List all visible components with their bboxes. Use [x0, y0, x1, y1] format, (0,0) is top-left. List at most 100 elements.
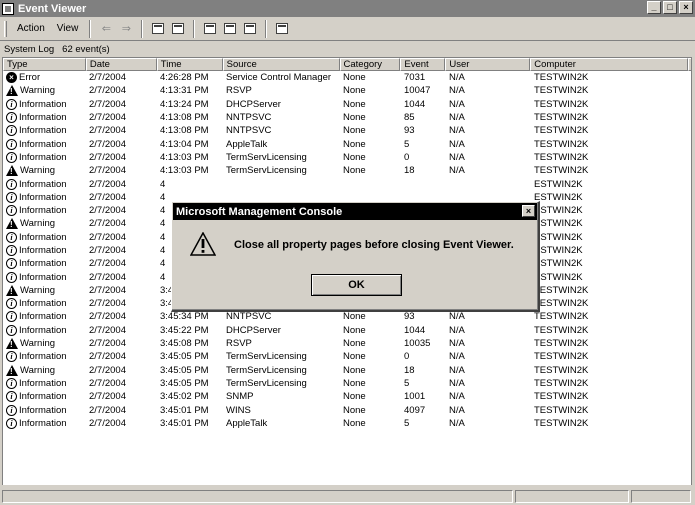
type-label: Information: [19, 271, 67, 283]
cell-time: 3:45:02 PM: [160, 391, 209, 403]
column-header-user[interactable]: User: [445, 58, 531, 71]
cell-event: 5: [404, 377, 410, 389]
table-row[interactable]: Warning 2/7/2004 4:13:03 PM TermServLicensi…: [3, 164, 693, 177]
cell-category: None: [343, 377, 366, 389]
cell-computer: ESTWIN2K: [534, 271, 583, 283]
forward-arrow-icon[interactable]: ⇒: [117, 20, 135, 38]
type-label: Error: [19, 72, 41, 84]
cell-category: None: [343, 151, 366, 163]
table-row[interactable]: i Information 2/7/2004 4:13:04 PM AppleTalk N…: [3, 137, 693, 150]
column-header-date[interactable]: Date: [85, 58, 157, 71]
maximize-button[interactable]: □: [663, 1, 677, 14]
dialog-close-button[interactable]: ×: [522, 205, 535, 217]
cell-type: i Information: [3, 377, 86, 389]
export-list-icon[interactable]: [241, 20, 259, 38]
cell-date: 2/7/2004: [89, 205, 126, 217]
cell-time: 4:13:24 PM: [160, 98, 209, 110]
information-icon: i: [6, 191, 17, 203]
cell-computer: TESTWIN2K: [534, 324, 589, 336]
cell-time: 4:13:03 PM: [160, 151, 209, 163]
type-label: Information: [19, 178, 67, 190]
column-header-type[interactable]: Type: [3, 58, 86, 71]
cell-date: 2/7/2004: [89, 258, 126, 270]
cell-event: 4097: [404, 404, 426, 416]
table-row[interactable]: i Information 2/7/2004 3:45:01 PM WINS None 40…: [3, 403, 693, 416]
dialog-title-bar: Microsoft Management Console ×: [173, 203, 537, 220]
table-row[interactable]: i Information 2/7/2004 3:45:22 PM DHCPServer…: [3, 324, 693, 337]
table-row[interactable]: i Information 2/7/2004 4:13:08 PM NNTPSVC Non…: [3, 124, 693, 137]
minimize-button[interactable]: _: [647, 1, 661, 14]
cell-date: 2/7/2004: [89, 178, 126, 190]
table-row[interactable]: i Information 2/7/2004 3:45:02 PM SNMP None 10…: [3, 390, 693, 403]
cell-time: 3:45:34 PM: [160, 311, 209, 323]
cell-type: i Information: [3, 125, 86, 137]
cell-time: 4:13:03 PM: [160, 165, 209, 177]
back-arrow-icon[interactable]: ⇐: [97, 20, 115, 38]
table-row[interactable]: iInformation2/7/20043:45:34 PMNNTPSVCNon…: [3, 310, 693, 323]
cell-category: None: [343, 391, 366, 403]
cell-computer: TESTWIN2K: [534, 138, 589, 150]
table-row[interactable]: Warning 2/7/2004 4:13:31 PM RSVP None 10047 N/…: [3, 84, 693, 97]
warning-icon: [190, 232, 216, 256]
ok-button[interactable]: OK: [311, 274, 402, 296]
cell-computer: ESTWIN2K: [534, 258, 583, 270]
table-row[interactable]: Warning 2/7/2004 3:45:05 PM TermServLicensi…: [3, 364, 693, 377]
information-icon: i: [6, 324, 17, 336]
cell-computer: ESTWIN2K: [534, 218, 583, 230]
cell-computer: TESTWIN2K: [534, 417, 589, 429]
cell-computer: TESTWIN2K: [534, 404, 589, 416]
table-row[interactable]: i Information 2/7/2004 4:13:24 PM DHCPServer…: [3, 98, 693, 111]
table-row[interactable]: i Information 2/7/2004 3:45:05 PM TermServLi…: [3, 350, 693, 363]
column-header-category[interactable]: Category: [339, 58, 401, 71]
show-hide-tree-icon[interactable]: [169, 20, 187, 38]
column-header-computer[interactable]: Computer: [530, 58, 688, 71]
column-header-time[interactable]: Time: [156, 58, 223, 71]
table-row[interactable]: i Information 2/7/2004 4 ESTWIN2K: [3, 177, 693, 190]
table-row[interactable]: i Information 2/7/2004 4:13:03 PM TermServLi…: [3, 151, 693, 164]
cell-time: 3:45:05 PM: [160, 377, 209, 389]
table-row[interactable]: i Information 2/7/2004 4:13:08 PM NNTPSVC Non…: [3, 111, 693, 124]
type-label: Information: [19, 125, 67, 137]
help-icon[interactable]: [273, 20, 291, 38]
cell-source: RSVP: [226, 85, 252, 97]
type-label: Information: [19, 151, 67, 163]
type-label: Information: [19, 404, 67, 416]
cell-type: Warning: [3, 364, 86, 376]
menu-view[interactable]: View: [51, 23, 85, 34]
type-label: Information: [19, 138, 67, 150]
properties-icon[interactable]: [201, 20, 219, 38]
cell-source: TermServLicensing: [226, 351, 307, 363]
cell-computer: TESTWIN2K: [534, 125, 589, 137]
warning-icon: [6, 338, 18, 350]
up-one-level-icon[interactable]: [149, 20, 167, 38]
cell-event: 0: [404, 151, 410, 163]
cell-source: TermServLicensing: [226, 151, 307, 163]
toolbar-grip[interactable]: [4, 20, 7, 37]
cell-user: N/A: [449, 311, 465, 323]
cell-date: 2/7/2004: [89, 98, 126, 110]
cell-user: N/A: [449, 324, 465, 336]
cell-date: 2/7/2004: [89, 404, 126, 416]
menu-action[interactable]: Action: [11, 23, 51, 34]
table-row[interactable]: i Information 2/7/2004 3:45:05 PM TermServLi…: [3, 377, 693, 390]
column-header-source[interactable]: Source: [222, 58, 340, 71]
cell-computer: ESTWIN2K: [534, 178, 583, 190]
warning-icon: [6, 165, 18, 177]
column-header-event[interactable]: Event: [400, 58, 446, 71]
information-icon: i: [6, 258, 17, 270]
close-button[interactable]: ×: [679, 1, 693, 14]
table-row[interactable]: i Information 2/7/2004 3:45:01 PM AppleTalk N…: [3, 417, 693, 430]
cell-source: Service Control Manager: [226, 72, 332, 84]
warning-icon: [6, 284, 18, 296]
refresh-icon[interactable]: [221, 20, 239, 38]
cell-event: 85: [404, 112, 415, 124]
cell-date: 2/7/2004: [89, 298, 126, 310]
cell-user: N/A: [449, 138, 465, 150]
cell-computer: TESTWIN2K: [534, 364, 589, 376]
cell-type: i Information: [3, 205, 86, 217]
event-viewer-icon: [2, 2, 14, 15]
cell-source: NNTPSVC: [226, 311, 272, 323]
vertical-scrollbar[interactable]: [691, 57, 695, 485]
table-row[interactable]: × Error 2/7/2004 4:26:28 PM Service Control …: [3, 71, 693, 84]
table-row[interactable]: Warning 2/7/2004 3:45:08 PM RSVP None 10035 N/…: [3, 337, 693, 350]
